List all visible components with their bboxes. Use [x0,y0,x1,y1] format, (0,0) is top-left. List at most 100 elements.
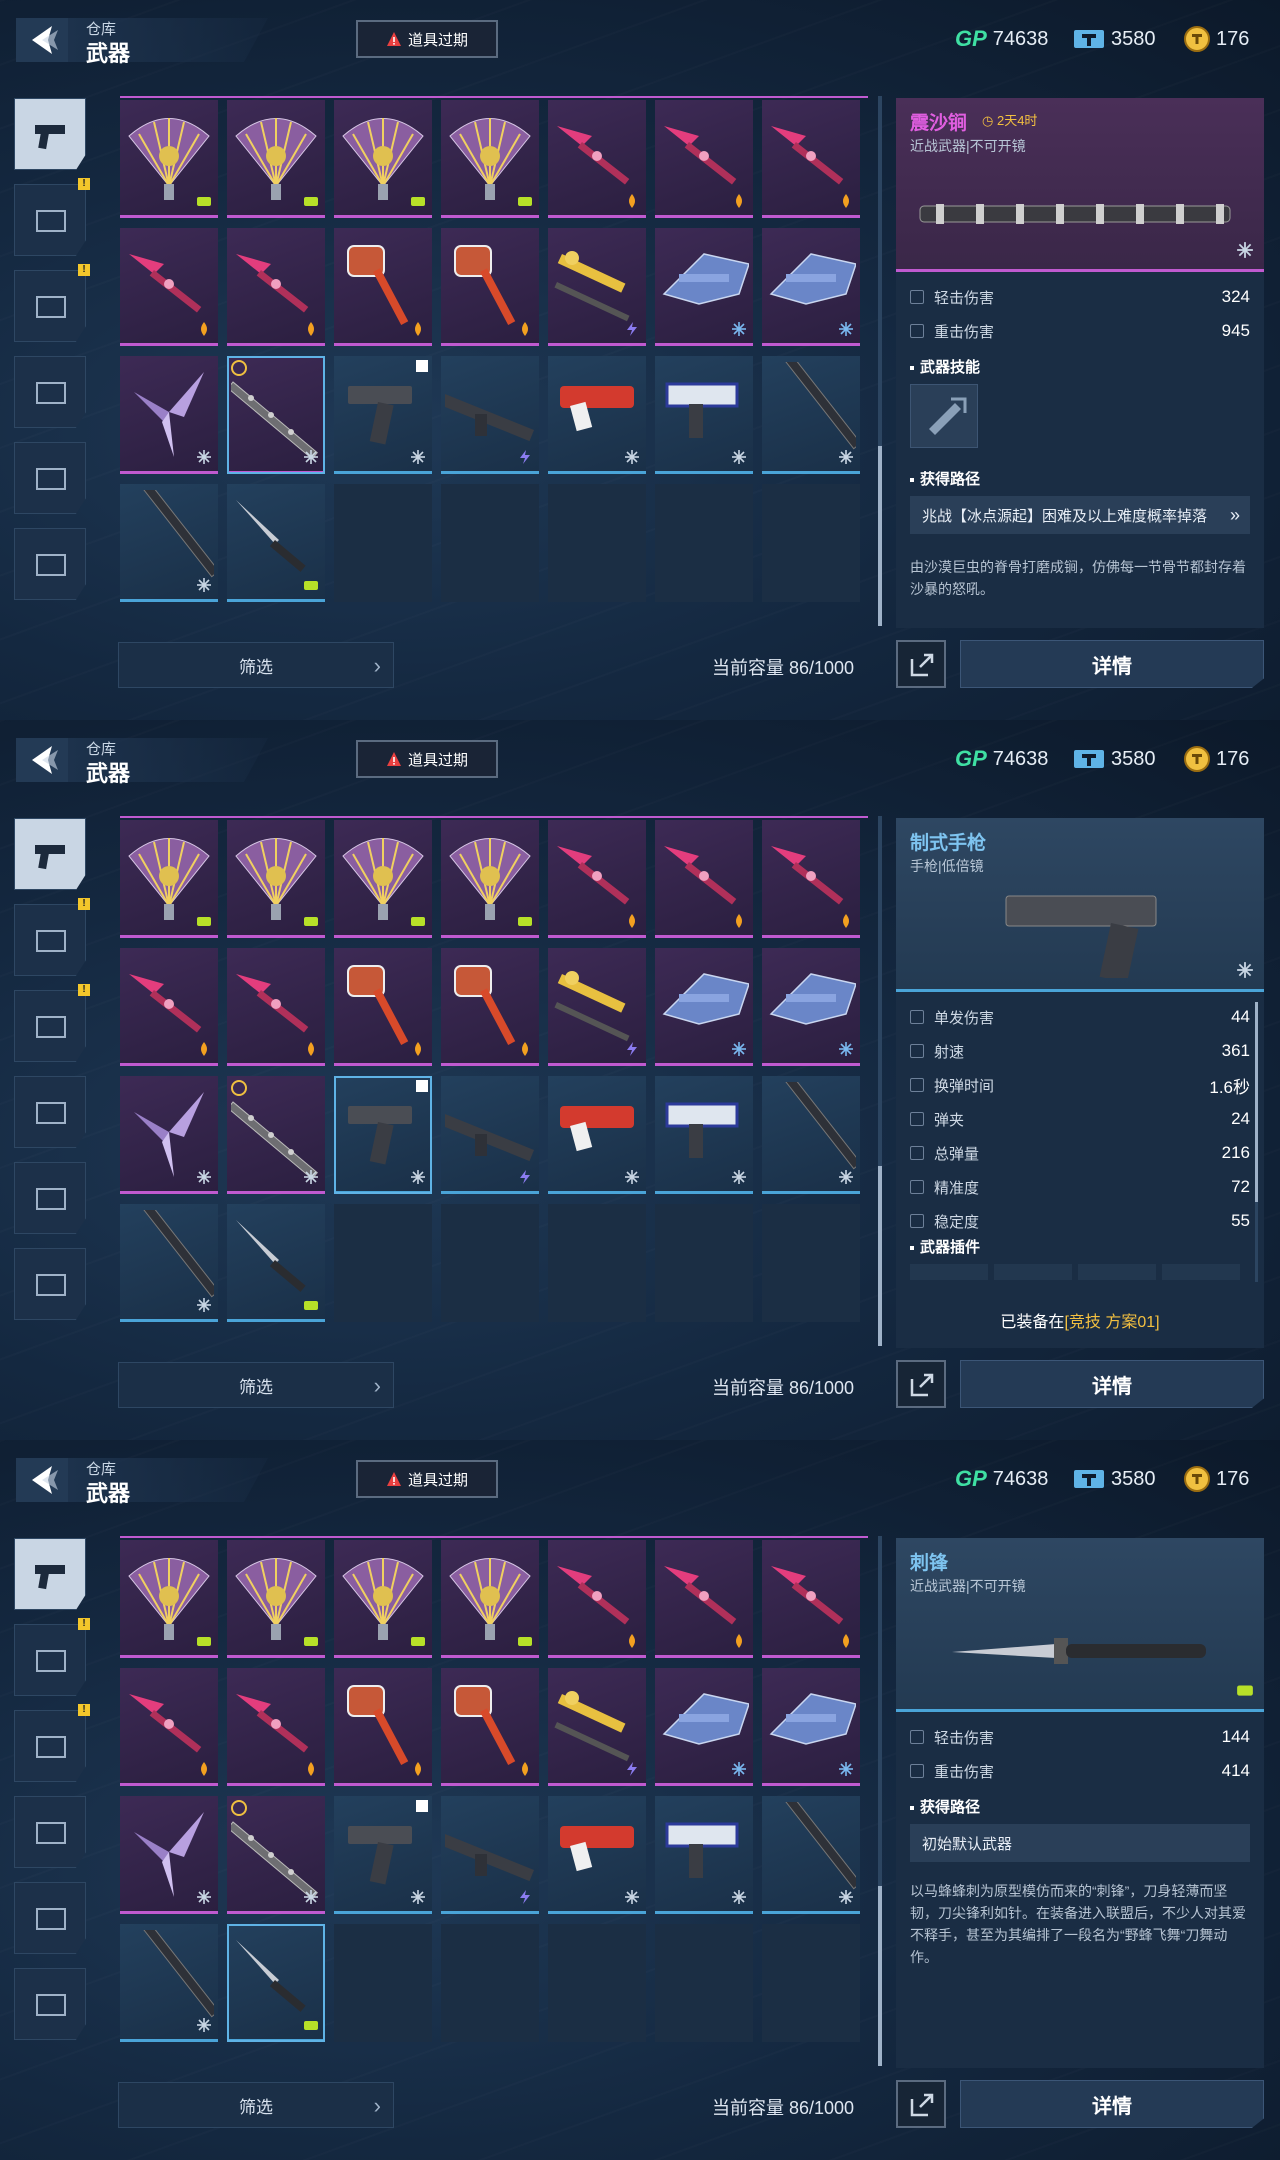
weapon-skill-slot[interactable] [910,384,978,448]
empty-slot[interactable] [441,484,539,602]
empty-slot[interactable] [655,1204,753,1322]
grid-item-mace[interactable] [227,1796,325,1914]
filter-button[interactable]: 筛选 › [118,2082,394,2128]
category-tab[interactable] [14,1162,86,1234]
grid-item-smg[interactable] [655,1796,753,1914]
grid-item-crossbow[interactable] [655,228,753,346]
grid-item-wing-blade[interactable] [120,1076,218,1194]
grid-item-mace[interactable] [227,356,325,474]
empty-slot[interactable] [548,484,646,602]
grid-item-spear[interactable] [548,100,646,218]
category-tab[interactable] [14,356,86,428]
share-button[interactable] [896,2080,946,2128]
grid-item-rifle[interactable] [441,356,539,474]
category-tab[interactable] [14,1882,86,1954]
empty-slot[interactable] [762,1204,860,1322]
grid-item-fan[interactable] [441,820,539,938]
grid-item-wing-blade[interactable] [120,356,218,474]
grid-item-red-rifle[interactable] [548,356,646,474]
empty-slot[interactable] [441,1204,539,1322]
empty-slot[interactable] [548,1204,646,1322]
grid-item-spear[interactable] [120,948,218,1066]
grid-item-hammer[interactable] [441,228,539,346]
grid-item-pistol[interactable] [334,1796,432,1914]
empty-slot[interactable] [655,484,753,602]
grid-item-spear[interactable] [227,1668,325,1786]
grid-item-baton[interactable] [762,1076,860,1194]
grid-item-gold-launcher[interactable] [548,1668,646,1786]
empty-slot[interactable] [334,484,432,602]
grid-item-gold-launcher[interactable] [548,228,646,346]
category-tab[interactable] [14,528,86,600]
share-button[interactable] [896,1360,946,1408]
share-button[interactable] [896,640,946,688]
expired-items-button[interactable]: 道具过期 [356,740,498,778]
grid-item-spear[interactable] [120,228,218,346]
grid-item-hammer[interactable] [441,1668,539,1786]
grid-item-fan[interactable] [334,100,432,218]
empty-slot[interactable] [441,1924,539,2042]
category-tab[interactable] [14,184,86,256]
grid-item-spear[interactable] [762,1540,860,1658]
details-button[interactable]: 详情 [960,640,1264,688]
category-tab[interactable] [14,990,86,1062]
grid-item-spear[interactable] [227,228,325,346]
grid-scrollbar[interactable] [878,96,882,626]
grid-item-red-rifle[interactable] [548,1076,646,1194]
grid-item-fan[interactable] [441,100,539,218]
grid-item-hammer[interactable] [334,1668,432,1786]
grid-item-crossbow[interactable] [762,1668,860,1786]
category-tab[interactable] [14,904,86,976]
grid-item-fan[interactable] [441,1540,539,1658]
grid-item-crossbow[interactable] [655,1668,753,1786]
empty-slot[interactable] [762,484,860,602]
grid-item-baton[interactable] [120,484,218,602]
grid-item-smg[interactable] [655,1076,753,1194]
acquire-path-link[interactable]: 兆战【冰点源起】困难及以上难度概率掉落 » [910,496,1250,534]
empty-slot[interactable] [334,1924,432,2042]
back-button[interactable] [16,1458,68,1502]
category-tab[interactable] [14,1076,86,1148]
back-button[interactable] [16,18,68,62]
grid-item-spear[interactable] [548,820,646,938]
grid-scrollbar[interactable] [878,1536,882,2066]
detail-scrollbar[interactable] [1255,1002,1258,1282]
grid-item-fan[interactable] [334,820,432,938]
grid-scrollbar[interactable] [878,816,882,1346]
filter-button[interactable]: 筛选 › [118,642,394,688]
category-tab[interactable] [14,818,86,890]
category-tab[interactable] [14,1624,86,1696]
grid-item-fan[interactable] [120,100,218,218]
grid-item-gold-launcher[interactable] [548,948,646,1066]
details-button[interactable]: 详情 [960,2080,1264,2128]
back-button[interactable] [16,738,68,782]
grid-item-baton[interactable] [762,1796,860,1914]
category-tab[interactable] [14,98,86,170]
category-tab[interactable] [14,1248,86,1320]
grid-item-rifle[interactable] [441,1076,539,1194]
grid-item-baton[interactable] [120,1204,218,1322]
grid-item-knife[interactable] [227,484,325,602]
grid-item-fan[interactable] [334,1540,432,1658]
grid-item-baton[interactable] [762,356,860,474]
grid-item-wing-blade[interactable] [120,1796,218,1914]
grid-item-crossbow[interactable] [655,948,753,1066]
grid-item-rifle[interactable] [441,1796,539,1914]
category-tab[interactable] [14,1538,86,1610]
category-tab[interactable] [14,270,86,342]
grid-item-knife[interactable] [227,1924,325,2042]
grid-item-spear[interactable] [548,1540,646,1658]
grid-item-hammer[interactable] [334,948,432,1066]
filter-button[interactable]: 筛选 › [118,1362,394,1408]
grid-item-hammer[interactable] [441,948,539,1066]
category-tab[interactable] [14,1796,86,1868]
grid-item-spear[interactable] [655,100,753,218]
expired-items-button[interactable]: 道具过期 [356,20,498,58]
grid-item-knife[interactable] [227,1204,325,1322]
grid-item-hammer[interactable] [334,228,432,346]
grid-item-spear[interactable] [227,948,325,1066]
grid-item-fan[interactable] [227,820,325,938]
details-button[interactable]: 详情 [960,1360,1264,1408]
grid-item-fan[interactable] [120,1540,218,1658]
grid-item-fan[interactable] [120,820,218,938]
